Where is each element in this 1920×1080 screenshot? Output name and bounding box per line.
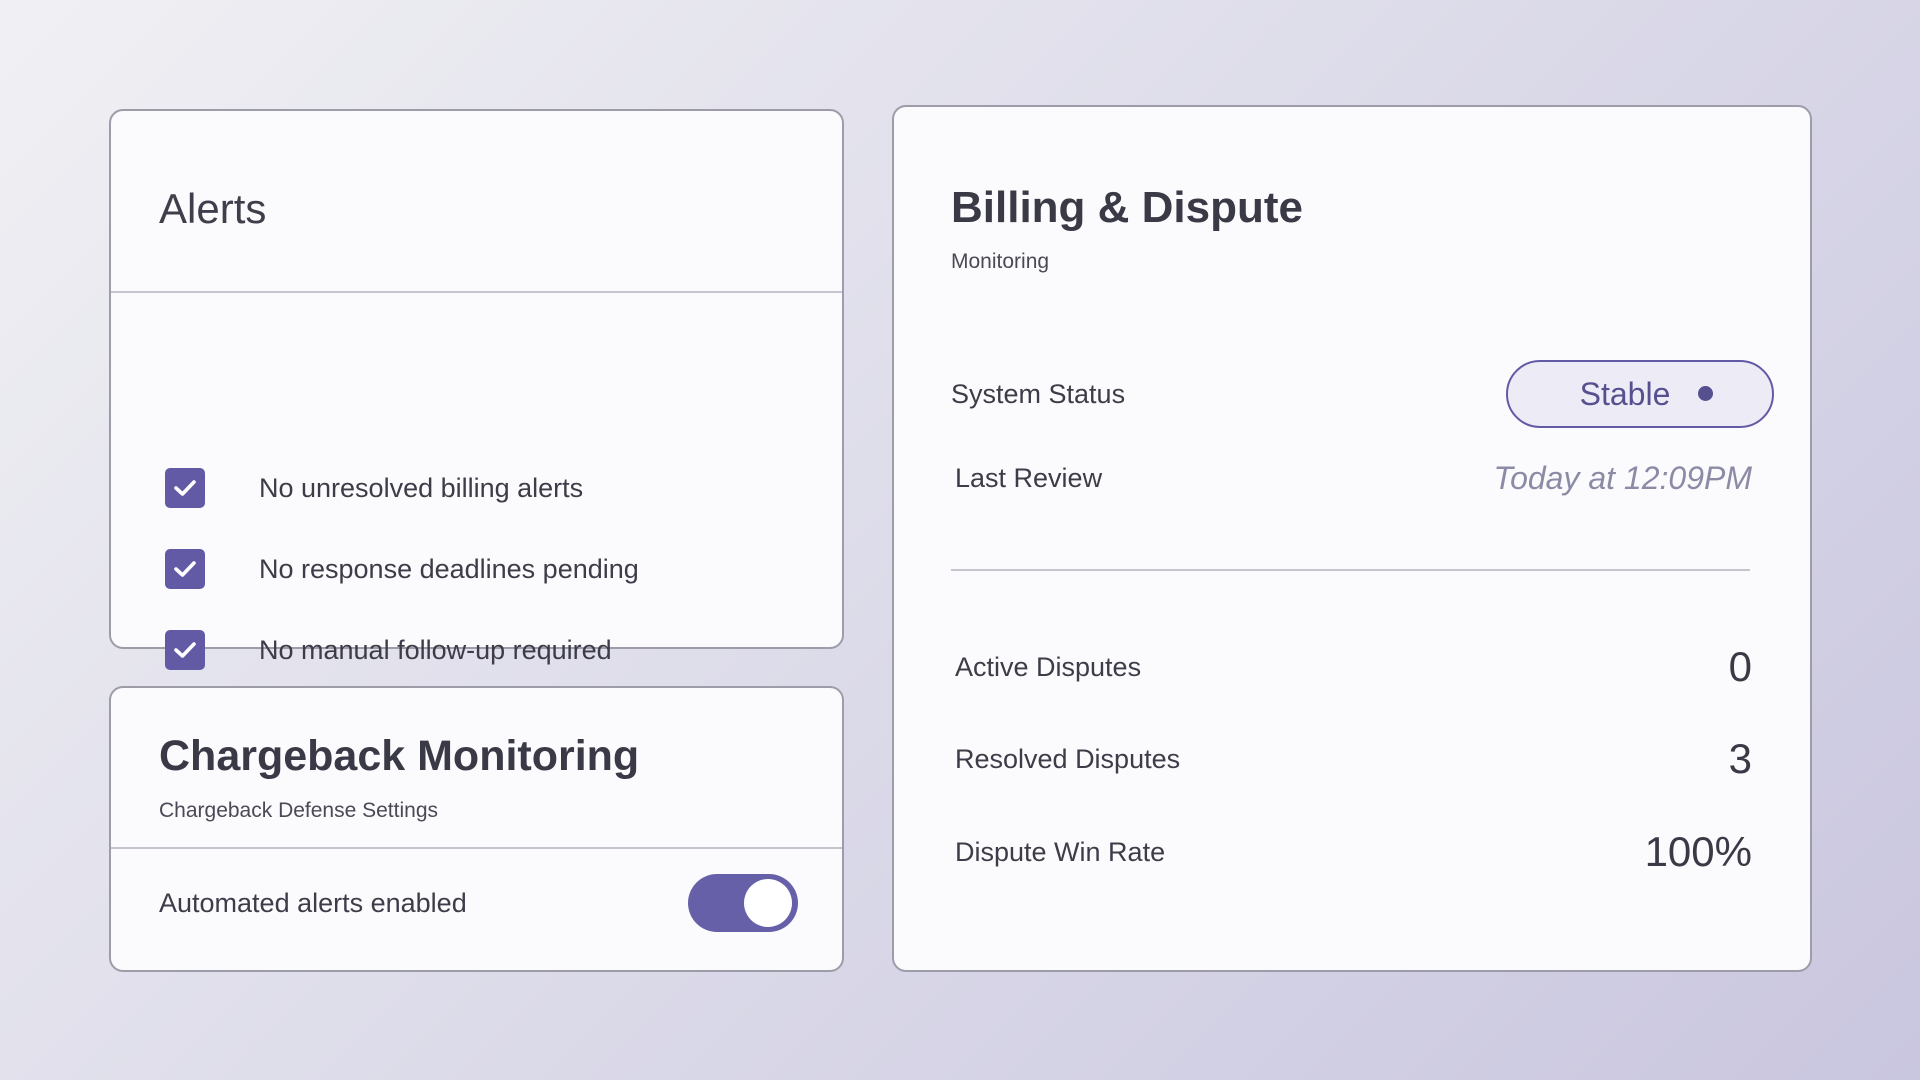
list-item[interactable]: No manual follow-up required	[165, 628, 612, 672]
billing-title: Billing & Dispute	[951, 183, 1303, 232]
billing-subtitle: Monitoring	[951, 250, 1050, 273]
alert-label: No unresolved billing alerts	[259, 472, 584, 503]
alerts-card: Alerts No unresolved billing alerts No r…	[109, 109, 844, 670]
chargeback-card: Chargeback Monitoring Chargeback Defense…	[109, 686, 844, 972]
alert-label: No response deadlines pending	[259, 553, 639, 584]
chargeback-header: Chargeback Monitoring Chargeback Defense…	[111, 688, 842, 849]
automated-alerts-toggle[interactable]	[688, 874, 798, 932]
alert-label: No manual follow-up required	[259, 634, 612, 665]
metric-label: Dispute Win Rate	[955, 836, 1166, 867]
list-item[interactable]: No unresolved billing alerts	[165, 466, 583, 510]
status-badge: Stable	[1506, 360, 1774, 428]
metric-row: Resolved Disputes 3	[955, 729, 1752, 789]
system-status-row: System Status Stable	[951, 359, 1774, 429]
status-dot-icon	[1698, 386, 1713, 401]
status-value: Stable	[1579, 375, 1671, 412]
list-item[interactable]: No response deadlines pending	[165, 547, 639, 591]
metric-value: 0	[1728, 643, 1752, 690]
metric-label: Active Disputes	[955, 651, 1142, 682]
last-review-row: Last Review Today at 12:09PM	[955, 453, 1752, 503]
metric-value: 3	[1728, 735, 1752, 782]
metric-label: Resolved Disputes	[955, 743, 1181, 774]
metric-value: 100%	[1644, 828, 1752, 875]
alerts-header: Alerts	[111, 111, 842, 293]
checkbox-checked[interactable]	[165, 468, 205, 508]
last-review-value: Today at 12:09PM	[1493, 459, 1752, 496]
checkmark-icon	[174, 480, 196, 496]
chargeback-title: Chargeback Monitoring	[159, 732, 640, 780]
checkmark-icon	[174, 642, 196, 658]
billing-card: Billing & Dispute Monitoring System Stat…	[892, 105, 1812, 972]
automated-alerts-row: Automated alerts enabled	[159, 873, 798, 933]
chargeback-subtitle: Chargeback Defense Settings	[159, 799, 438, 822]
metric-row: Active Disputes 0	[955, 637, 1752, 697]
checkbox-checked[interactable]	[165, 549, 205, 589]
toggle-knob	[744, 879, 792, 927]
alerts-title: Alerts	[159, 185, 267, 232]
checkmark-icon	[174, 561, 196, 577]
metric-row: Dispute Win Rate 100%	[955, 822, 1752, 882]
toggle-label: Automated alerts enabled	[159, 887, 467, 918]
divider	[951, 569, 1750, 571]
last-review-label: Last Review	[955, 462, 1103, 493]
checkbox-checked[interactable]	[165, 630, 205, 670]
system-status-label: System Status	[951, 378, 1126, 409]
